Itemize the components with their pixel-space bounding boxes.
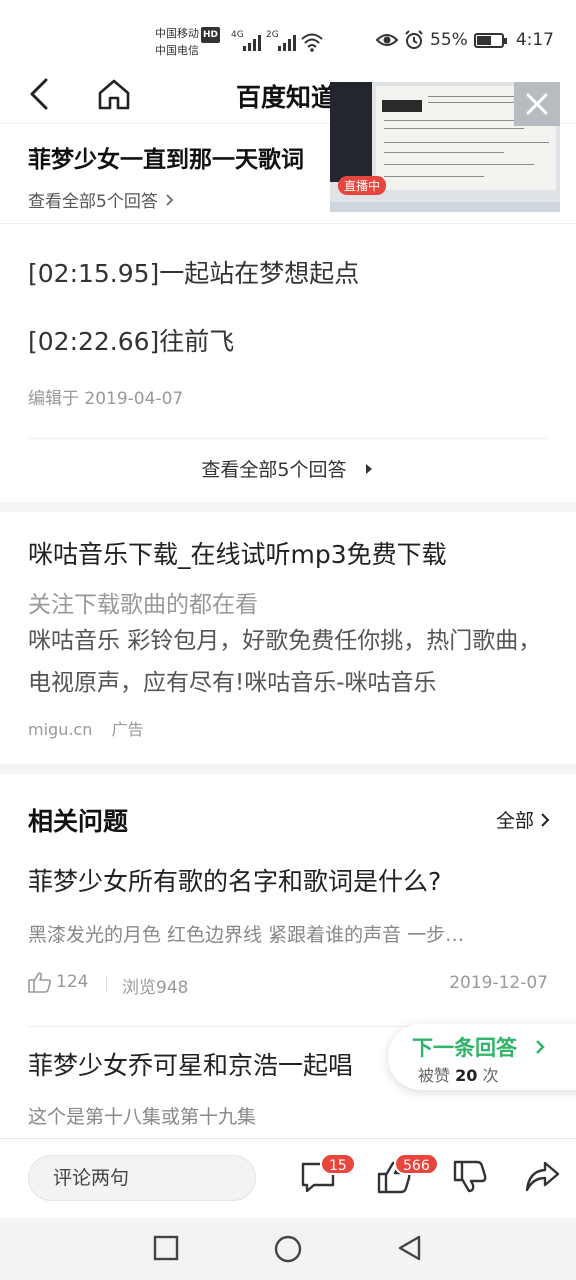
- close-icon: [526, 93, 548, 115]
- related-date: 2019-12-07: [449, 973, 548, 993]
- answer-line: [02:15.95]一起站在梦想起点: [28, 259, 360, 288]
- ad-domain: migu.cn: [28, 720, 93, 739]
- answer-line: [02:22.66]往前飞: [28, 327, 235, 356]
- live-tag: 直播中: [338, 176, 387, 195]
- carrier-info: 中国移动 HD 中国电信: [155, 26, 221, 59]
- thumbs-up-icon: [28, 972, 52, 993]
- edit-date: 编辑于 2019-04-07: [28, 389, 184, 409]
- battery-percent: 55%: [430, 30, 468, 50]
- eye-icon: [376, 34, 399, 46]
- view-all-answers-button[interactable]: 查看全部5个回答: [0, 455, 576, 482]
- section-gap: [0, 764, 576, 774]
- recents-icon[interactable]: [152, 1234, 180, 1262]
- chevron-right-icon: [541, 812, 550, 827]
- view-all-label: 查看全部5个回答: [28, 192, 158, 212]
- related-meta: 124 浏览948 2019-12-07: [28, 971, 548, 998]
- triangle-right-icon: [365, 464, 372, 474]
- ad-tag: 广告: [111, 720, 144, 739]
- signal-bars-2-icon: [278, 33, 296, 51]
- status-bar: 中国移动 HD 中国电信 4G 2G 55% 4:17: [0, 0, 576, 64]
- home-circle-icon[interactable]: [273, 1234, 303, 1264]
- back-triangle-icon[interactable]: [396, 1234, 424, 1262]
- video-sidebar: [330, 82, 372, 182]
- carrier-2: 中国电信: [155, 44, 199, 57]
- hd-badge: HD: [201, 27, 221, 43]
- related-question[interactable]: 菲梦少女所有歌的名字和歌词是什么?: [28, 862, 441, 898]
- view-count: 浏览948: [122, 978, 189, 998]
- wifi-icon: [301, 33, 323, 52]
- like-count-badge: 566: [394, 1153, 439, 1175]
- related-excerpt: 这个是第十八集或第十九集: [28, 1106, 257, 1128]
- related-all-label: 全部: [495, 810, 534, 832]
- question-title: 菲梦少女一直到那一天歌词: [28, 147, 304, 173]
- ad-description: 咪咕音乐 彩铃包月，好歌免费任你挑，热门歌曲，电视原声，应有尽有!咪咕音乐-咪咕…: [28, 628, 542, 696]
- chevron-right-icon: [536, 1040, 545, 1054]
- next-answer-button[interactable]: 下一条回答 被赞 20 次: [388, 1024, 576, 1090]
- divider: [28, 438, 548, 439]
- share-icon[interactable]: [524, 1159, 560, 1195]
- comment-count-badge: 15: [320, 1153, 356, 1175]
- ad-title[interactable]: 咪咕音乐下载_在线试听mp3免费下载: [28, 535, 548, 571]
- bottom-toolbar: 评论两句 15 566: [0, 1138, 576, 1218]
- clock: 4:17: [515, 30, 554, 50]
- next-answer-label: 下一条回答: [412, 1036, 517, 1060]
- back-icon[interactable]: [22, 76, 58, 112]
- home-icon[interactable]: [96, 76, 132, 112]
- network-type-2: 2G: [266, 30, 279, 40]
- view-all-label: 查看全部5个回答: [201, 459, 347, 481]
- page-title: 百度知道: [236, 83, 337, 112]
- like-count: 124: [28, 971, 88, 993]
- meta-separator: [106, 975, 107, 993]
- thumbs-down-icon[interactable]: [452, 1159, 488, 1195]
- video-taskbar: [330, 202, 560, 212]
- related-excerpt: 黑漆发光的月色 红色边界线 紧跟着谁的声音 一步…: [28, 924, 465, 946]
- close-video-button[interactable]: [514, 82, 560, 126]
- related-question[interactable]: 菲梦少女乔可星和京浩一起唱: [28, 1046, 353, 1082]
- ad-subtitle: 关注下载歌曲的都在看: [28, 592, 258, 618]
- next-answer-likes: 被赞 20 次: [418, 1066, 499, 1085]
- system-nav-bar: [0, 1218, 576, 1280]
- alarm-icon: [405, 30, 423, 49]
- comment-input[interactable]: 评论两句: [28, 1155, 256, 1201]
- view-all-answers-link-top[interactable]: 查看全部5个回答: [28, 187, 175, 212]
- section-gap: [0, 502, 576, 512]
- related-all-link[interactable]: 全部: [496, 806, 550, 833]
- related-heading: 相关问题: [28, 807, 129, 836]
- signal-bars-1-icon: [243, 33, 261, 51]
- chevron-right-icon: [166, 194, 174, 206]
- carrier-1: 中国移动: [155, 27, 199, 40]
- ad-source: migu.cn 广告: [28, 716, 143, 740]
- battery-icon: [473, 32, 507, 48]
- network-type-1: 4G: [231, 30, 244, 40]
